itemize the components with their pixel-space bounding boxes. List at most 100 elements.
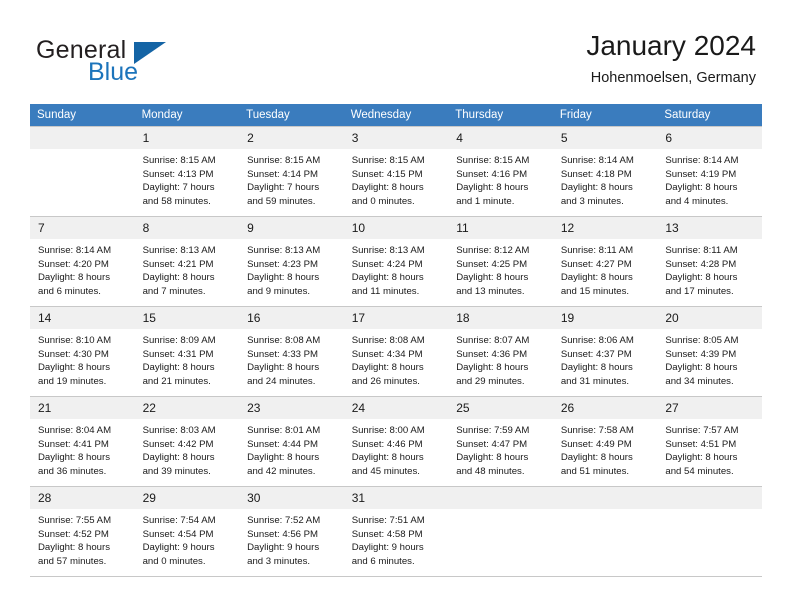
- calendar-day-cell[interactable]: 8 Sunrise: 8:13 AM Sunset: 4:21 PM Daylight…: [134, 216, 240, 307]
- calendar-day-cell[interactable]: 7 Sunrise: 8:14 AM Sunset: 4:20 PM Daylight…: [30, 216, 135, 307]
- day-sun-info: Sunrise: 7:59 AM Sunset: 4:47 PM Daylight:…: [448, 419, 553, 478]
- day-info-line: Sunrise: 8:15 AM: [456, 155, 530, 166]
- day-info-line: Sunrise: 8:08 AM: [247, 335, 321, 346]
- calendar-day-cell[interactable]: 23 Sunrise: 8:01 AM Sunset: 4:44 PM Dayligh…: [239, 396, 344, 487]
- calendar-day-cell[interactable]: 18 Sunrise: 8:07 AM Sunset: 4:36 PM Dayligh…: [448, 306, 553, 397]
- calendar-day-cell[interactable]: 30 Sunrise: 7:52 AM Sunset: 4:56 PM Dayligh…: [239, 486, 344, 577]
- calendar-day-cell[interactable]: 11 Sunrise: 8:12 AM Sunset: 4:25 PM Dayligh…: [448, 216, 553, 307]
- day-number: 3: [343, 127, 449, 149]
- calendar-day-cell[interactable]: 3 Sunrise: 8:15 AM Sunset: 4:15 PM Daylight…: [343, 126, 449, 217]
- day-info-line: Sunset: 4:42 PM: [142, 438, 214, 450]
- calendar-body: 1 Sunrise: 8:15 AM Sunset: 4:13 PM Daylight…: [30, 126, 762, 577]
- day-sun-info: Sunrise: 8:06 AM Sunset: 4:37 PM Daylight:…: [553, 329, 658, 388]
- day-info-line: and 0 minutes.: [351, 195, 415, 207]
- day-info-line: Sunset: 4:33 PM: [247, 348, 319, 360]
- day-info-line: Daylight: 8 hours: [247, 362, 320, 374]
- calendar-day-cell[interactable]: 22 Sunrise: 8:03 AM Sunset: 4:42 PM Dayligh…: [134, 396, 240, 487]
- day-info-line: and 39 minutes.: [142, 465, 211, 477]
- day-info-line: Daylight: 8 hours: [456, 362, 529, 374]
- day-info-line: Sunset: 4:46 PM: [351, 438, 423, 450]
- calendar-day-cell[interactable]: 9 Sunrise: 8:13 AM Sunset: 4:23 PM Daylight…: [239, 216, 344, 307]
- day-sun-info: Sunrise: 8:01 AM Sunset: 4:44 PM Daylight:…: [239, 419, 344, 478]
- calendar-week-row: 14 Sunrise: 8:10 AM Sunset: 4:30 PM Dayligh…: [30, 306, 762, 397]
- calendar-day-cell[interactable]: 15 Sunrise: 8:09 AM Sunset: 4:31 PM Dayligh…: [134, 306, 240, 397]
- calendar-day-cell[interactable]: 21 Sunrise: 8:04 AM Sunset: 4:41 PM Dayligh…: [30, 396, 135, 487]
- day-info-line: Daylight: 8 hours: [560, 182, 633, 194]
- day-info-line: Sunrise: 8:14 AM: [38, 245, 112, 256]
- weekday-header-thursday: Thursday: [448, 104, 553, 127]
- calendar-day-cell[interactable]: 28 Sunrise: 7:55 AM Sunset: 4:52 PM Dayligh…: [30, 486, 135, 577]
- calendar-day-cell[interactable]: 19 Sunrise: 8:06 AM Sunset: 4:37 PM Dayligh…: [552, 306, 658, 397]
- day-info-line: Sunrise: 8:11 AM: [560, 245, 634, 256]
- day-info-line: Sunrise: 8:13 AM: [247, 245, 321, 256]
- calendar-day-cell[interactable]: 12 Sunrise: 8:11 AM Sunset: 4:27 PM Dayligh…: [552, 216, 658, 307]
- day-info-line: Sunset: 4:16 PM: [456, 168, 528, 180]
- calendar-day-cell[interactable]: 17 Sunrise: 8:08 AM Sunset: 4:34 PM Dayligh…: [343, 306, 449, 397]
- calendar-day-cell[interactable]: 20 Sunrise: 8:05 AM Sunset: 4:39 PM Dayligh…: [657, 306, 762, 397]
- calendar-day-cell[interactable]: 26 Sunrise: 7:58 AM Sunset: 4:49 PM Dayligh…: [552, 396, 658, 487]
- day-info-line: Sunrise: 8:07 AM: [456, 335, 530, 346]
- day-info-line: and 21 minutes.: [142, 375, 211, 387]
- day-info-line: and 19 minutes.: [38, 375, 107, 387]
- day-info-line: Daylight: 8 hours: [456, 182, 529, 194]
- day-info-line: Daylight: 8 hours: [142, 272, 215, 284]
- calendar-week-row: 7 Sunrise: 8:14 AM Sunset: 4:20 PM Daylight…: [30, 216, 762, 307]
- day-info-line: Sunrise: 8:15 AM: [247, 155, 321, 166]
- day-info-line: Sunset: 4:18 PM: [560, 168, 632, 180]
- day-info-line: Daylight: 8 hours: [351, 182, 424, 194]
- day-info-line: and 48 minutes.: [456, 465, 525, 477]
- day-number: 18: [448, 307, 553, 329]
- calendar-day-cell[interactable]: 29 Sunrise: 7:54 AM Sunset: 4:54 PM Dayligh…: [134, 486, 240, 577]
- day-info-line: Sunrise: 8:09 AM: [142, 335, 216, 346]
- day-info-line: Sunrise: 8:14 AM: [560, 155, 634, 166]
- day-sun-info: [448, 509, 553, 514]
- day-number: 17: [343, 307, 449, 329]
- day-number: 14: [30, 307, 135, 329]
- weekday-header-friday: Friday: [552, 104, 658, 127]
- day-info-line: Sunset: 4:21 PM: [142, 258, 214, 270]
- brand-logo[interactable]: General Blue: [36, 36, 236, 88]
- calendar-day-cell[interactable]: 13 Sunrise: 8:11 AM Sunset: 4:28 PM Dayligh…: [657, 216, 762, 307]
- calendar-week-row: 21 Sunrise: 8:04 AM Sunset: 4:41 PM Dayligh…: [30, 396, 762, 487]
- day-number: 19: [552, 307, 658, 329]
- day-number: [657, 487, 762, 509]
- title-block: January 2024 Hohenmoelsen, Germany: [586, 30, 756, 86]
- day-number: 26: [552, 397, 658, 419]
- calendar-day-cell[interactable]: 25 Sunrise: 7:59 AM Sunset: 4:47 PM Dayligh…: [448, 396, 553, 487]
- day-info-line: and 11 minutes.: [351, 285, 420, 297]
- calendar-day-cell[interactable]: 27 Sunrise: 7:57 AM Sunset: 4:51 PM Dayligh…: [657, 396, 762, 487]
- calendar-day-cell[interactable]: 14 Sunrise: 8:10 AM Sunset: 4:30 PM Dayligh…: [30, 306, 135, 397]
- calendar-day-cell[interactable]: 24 Sunrise: 8:00 AM Sunset: 4:46 PM Dayligh…: [343, 396, 449, 487]
- calendar-day-cell[interactable]: 10 Sunrise: 8:13 AM Sunset: 4:24 PM Dayligh…: [343, 216, 449, 307]
- day-info-line: and 7 minutes.: [142, 285, 206, 297]
- day-sun-info: Sunrise: 8:08 AM Sunset: 4:33 PM Daylight:…: [239, 329, 344, 388]
- day-number: 16: [239, 307, 344, 329]
- day-info-line: and 15 minutes.: [560, 285, 630, 297]
- day-info-line: Sunset: 4:36 PM: [456, 348, 528, 360]
- day-sun-info: Sunrise: 8:15 AM Sunset: 4:15 PM Daylight:…: [344, 149, 449, 208]
- day-info-line: Sunrise: 7:54 AM: [142, 515, 216, 526]
- day-info-line: Daylight: 9 hours: [142, 542, 215, 554]
- day-info-line: Daylight: 8 hours: [560, 452, 633, 464]
- day-sun-info: Sunrise: 7:57 AM Sunset: 4:51 PM Daylight:…: [657, 419, 762, 478]
- day-sun-info: Sunrise: 8:15 AM Sunset: 4:16 PM Daylight:…: [448, 149, 553, 208]
- day-info-line: Sunrise: 8:06 AM: [560, 335, 634, 346]
- day-info-line: Sunset: 4:24 PM: [351, 258, 423, 270]
- calendar-day-cell[interactable]: 4 Sunrise: 8:15 AM Sunset: 4:16 PM Daylight…: [448, 126, 553, 217]
- calendar-day-cell[interactable]: 16 Sunrise: 8:08 AM Sunset: 4:33 PM Dayligh…: [239, 306, 344, 397]
- calendar-header-row: Sunday Monday Tuesday Wednesday Thursday…: [30, 104, 762, 127]
- calendar-day-cell[interactable]: 2 Sunrise: 8:15 AM Sunset: 4:14 PM Daylight…: [239, 126, 344, 217]
- day-info-line: Daylight: 8 hours: [560, 272, 633, 284]
- day-info-line: Sunset: 4:52 PM: [38, 528, 109, 540]
- calendar-day-cell[interactable]: 31 Sunrise: 7:51 AM Sunset: 4:58 PM Dayligh…: [343, 486, 449, 577]
- day-sun-info: Sunrise: 8:13 AM Sunset: 4:23 PM Daylight:…: [239, 239, 344, 298]
- calendar-day-cell[interactable]: 6 Sunrise: 8:14 AM Sunset: 4:19 PM Daylight…: [657, 126, 762, 217]
- weekday-header-wednesday: Wednesday: [343, 104, 449, 127]
- day-number: 4: [448, 127, 553, 149]
- day-info-line: and 6 minutes.: [351, 555, 415, 567]
- day-number: 22: [134, 397, 240, 419]
- day-info-line: and 36 minutes.: [38, 465, 107, 477]
- calendar-day-cell[interactable]: 1 Sunrise: 8:15 AM Sunset: 4:13 PM Daylight…: [134, 126, 240, 217]
- day-info-line: and 3 minutes.: [247, 555, 311, 567]
- calendar-day-cell[interactable]: 5 Sunrise: 8:14 AM Sunset: 4:18 PM Daylight…: [552, 126, 658, 217]
